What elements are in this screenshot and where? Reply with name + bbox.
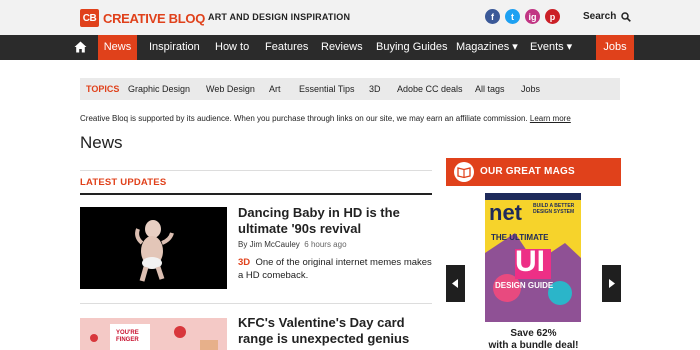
thumb-caption: YOU'RE FINGER bbox=[116, 330, 139, 343]
cover-headline: THE ULTIMATE bbox=[491, 233, 549, 242]
learn-more-link[interactable]: Learn more bbox=[530, 114, 571, 123]
nav-reviews[interactable]: Reviews bbox=[321, 35, 363, 60]
cover-headline-big: UI bbox=[515, 245, 545, 278]
author-link[interactable]: Jim McCauley bbox=[250, 240, 300, 249]
section-heading: LATEST UPDATES bbox=[80, 177, 167, 188]
article-title[interactable]: Dancing Baby in HD is the ultimate '90s … bbox=[238, 205, 438, 237]
topic-essential-tips[interactable]: Essential Tips bbox=[299, 78, 355, 100]
article-strap: 3D One of the original internet memes ma… bbox=[238, 256, 438, 282]
chevron-left-icon bbox=[452, 279, 458, 288]
topic-web-design[interactable]: Web Design bbox=[206, 78, 255, 100]
disclaimer-text: Creative Bloq is supported by its audien… bbox=[80, 114, 528, 123]
chevron-right-icon bbox=[609, 279, 615, 288]
offer-line-2: with a bundle deal! bbox=[488, 340, 579, 350]
topic-graphic-design[interactable]: Graphic Design bbox=[128, 78, 190, 100]
search-label: Search bbox=[583, 11, 617, 22]
twitter-icon[interactable]: t bbox=[505, 9, 520, 24]
instagram-icon[interactable]: ig bbox=[525, 9, 540, 24]
article-tag[interactable]: 3D bbox=[238, 257, 250, 268]
article-summary: One of the original internet memes makes… bbox=[238, 257, 432, 281]
mags-header: OUR GREAT MAGS bbox=[446, 158, 621, 186]
topic-3d[interactable]: 3D bbox=[369, 78, 381, 100]
article-thumbnail[interactable] bbox=[80, 207, 227, 289]
carousel-next-button[interactable] bbox=[602, 265, 621, 302]
article-thumbnail[interactable]: YOU'RE FINGER bbox=[80, 318, 227, 350]
top-header: CB CREATIVE BLOQ ART AND DESIGN INSPIRAT… bbox=[0, 0, 700, 35]
site-logo[interactable]: CB CREATIVE BLOQ bbox=[80, 9, 205, 27]
byline-prefix: By bbox=[238, 240, 248, 249]
search-button[interactable]: Search bbox=[583, 11, 632, 22]
nav-events[interactable]: Events ▾ bbox=[530, 35, 572, 60]
main-nav: News Inspiration How to Features Reviews… bbox=[0, 35, 700, 60]
mags-heading: OUR GREAT MAGS bbox=[480, 166, 575, 177]
search-icon bbox=[621, 11, 632, 22]
divider bbox=[80, 170, 432, 171]
pinterest-icon[interactable]: p bbox=[545, 9, 560, 24]
topics-label: TOPICS bbox=[86, 84, 120, 94]
nav-how-to[interactable]: How to bbox=[215, 35, 249, 60]
offer-line-1: Save 62% bbox=[510, 328, 557, 339]
kfc-card-image bbox=[80, 318, 227, 350]
logo-text: CREATIVE BLOQ bbox=[103, 10, 206, 26]
magazine-icon bbox=[454, 162, 474, 182]
topic-art[interactable]: Art bbox=[269, 78, 281, 100]
article-time: 6 hours ago bbox=[304, 240, 347, 249]
divider bbox=[80, 303, 432, 304]
magazine-cover[interactable]: net BUILD A BETTER DESIGN SYSTEM THE ULT… bbox=[485, 193, 581, 322]
cover-headline-sub: DESIGN GUIDE bbox=[495, 281, 554, 290]
cover-side: BUILD A BETTER DESIGN SYSTEM bbox=[533, 203, 575, 215]
nav-magazines[interactable]: Magazines ▾ bbox=[456, 35, 518, 60]
dancing-baby-image bbox=[80, 207, 227, 289]
cover-brand: net bbox=[489, 200, 522, 225]
article-title[interactable]: KFC's Valentine's Day card range is unex… bbox=[238, 315, 438, 347]
topics-bar: TOPICS Graphic Design Web Design Art Ess… bbox=[80, 78, 620, 100]
nav-jobs[interactable]: Jobs bbox=[596, 35, 634, 60]
nav-features[interactable]: Features bbox=[265, 35, 308, 60]
page-title: News bbox=[80, 133, 123, 152]
article-byline: By Jim McCauley 6 hours ago bbox=[238, 240, 347, 249]
mags-offer[interactable]: Save 62% with a bundle deal! bbox=[466, 328, 601, 350]
site-tagline: ART AND DESIGN INSPIRATION bbox=[208, 12, 351, 22]
nav-buying-guides[interactable]: Buying Guides bbox=[376, 35, 448, 60]
divider bbox=[80, 193, 432, 195]
facebook-icon[interactable]: f bbox=[485, 9, 500, 24]
nav-news[interactable]: News bbox=[98, 35, 137, 60]
affiliate-disclaimer: Creative Bloq is supported by its audien… bbox=[80, 114, 571, 123]
topic-adobe-cc-deals[interactable]: Adobe CC deals bbox=[397, 78, 463, 100]
home-icon[interactable] bbox=[74, 41, 87, 53]
carousel-prev-button[interactable] bbox=[446, 265, 465, 302]
topic-jobs[interactable]: Jobs bbox=[521, 78, 540, 100]
nav-inspiration[interactable]: Inspiration bbox=[149, 35, 200, 60]
logo-mark: CB bbox=[80, 9, 99, 27]
topic-all-tags[interactable]: All tags bbox=[475, 78, 505, 100]
